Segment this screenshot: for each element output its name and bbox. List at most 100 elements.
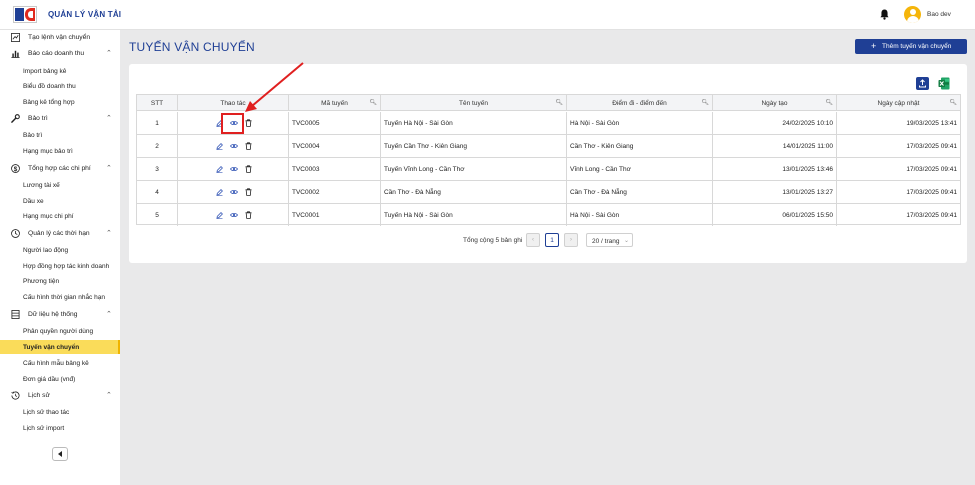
user-avatar[interactable] (904, 6, 921, 23)
sidebar-item-nguoi-lao-dong[interactable]: Người lao động (0, 243, 120, 257)
trash-icon[interactable] (245, 165, 252, 173)
sidebar-group-label: Báo cáo doanh thu (28, 50, 85, 57)
pagination-total: Tổng cộng 5 bản ghi (463, 237, 523, 244)
edit-icon[interactable] (216, 165, 223, 173)
search-icon[interactable]: 🔍︎ (701, 99, 709, 106)
trash-icon[interactable] (245, 119, 252, 127)
table-cell-code: TVC0001 (289, 204, 381, 226)
table-row[interactable]: 2 TVC0004 Tuyến Cần Thơ - Kiên Giang Cần Th… (137, 135, 960, 158)
cell-text: 3 (155, 166, 159, 173)
trash-icon[interactable] (245, 188, 252, 196)
bell-icon[interactable] (880, 9, 889, 20)
cell-text: 4 (155, 189, 159, 196)
user-name[interactable]: Bao dev (927, 11, 951, 18)
table-row[interactable]: 4 TVC0002 Cần Thơ - Đà Nẵng Cần Thơ - Đà Nẵ… (137, 181, 960, 204)
column-header-stt: STT (137, 95, 178, 111)
add-route-button[interactable]: + Thêm tuyến vận chuyển (855, 39, 967, 54)
trash-icon[interactable] (245, 211, 252, 219)
pagination-page-1[interactable]: 1 (545, 233, 559, 247)
cell-text: Cần Thơ - Đà Nẵng (570, 189, 627, 196)
table-cell-updated: 17/03/2025 09:41 (837, 158, 960, 180)
column-header-label: Ngày cập nhật (877, 100, 920, 107)
excel-export-button[interactable] (938, 77, 950, 90)
sidebar-item-bang-ke-tong-hop[interactable]: Bảng kê tổng hợp (0, 95, 120, 109)
app-logo[interactable] (13, 6, 37, 23)
export-upload-button[interactable] (916, 77, 929, 90)
sidebar-item-phan-quyen-nguoi-dung[interactable]: Phân quyền người dùng (0, 324, 120, 338)
table-cell-actions (178, 204, 289, 226)
sidebar-item-bao-tri[interactable]: Bảo trì (0, 128, 120, 142)
sidebar-item-bieu-do-doanh-thu[interactable]: Biểu đồ doanh thu (0, 79, 120, 93)
sidebar-group-tong-hop-chi-phi[interactable]: $ Tổng hợp các chi phí ⌃ (0, 161, 120, 176)
cell-text: 5 (155, 212, 159, 219)
sidebar-item-label: Cấu hình thời gian nhắc hạn (23, 294, 105, 301)
chevron-up-icon: ⌃ (106, 392, 112, 399)
sidebar-group-quan-ly-thoi-han[interactable]: Quản lý các thời hạn ⌃ (0, 226, 120, 241)
table-cell-route: Cần Thơ - Đà Nẵng (567, 181, 713, 203)
cell-text: 06/01/2025 15:50 (782, 212, 833, 219)
sidebar-item-label: Dầu xe (23, 198, 44, 205)
table-cell-route: Vĩnh Long - Cần Thơ (567, 158, 713, 180)
table-row[interactable]: 3 TVC0003 Tuyến Vĩnh Long - Cần Thơ Vĩnh Lo… (137, 158, 960, 181)
cell-text: 13/01/2025 13:27 (782, 189, 833, 196)
sidebar-item-import-bang-ke[interactable]: Import bảng kê (0, 64, 120, 78)
chart-line-icon (11, 33, 20, 42)
table-cell-stt: 4 (137, 181, 178, 203)
sidebar-group-bao-tri[interactable]: Bảo trì ⌃ (0, 111, 120, 126)
cell-text: 17/03/2025 09:41 (906, 212, 957, 219)
sidebar-item-don-gia-dau[interactable]: Đơn giá dầu (vnđ) (0, 372, 120, 386)
sidebar-item-luong-tai-xe[interactable]: Lương tài xế (0, 178, 120, 192)
table-cell-created: 14/01/2025 11:00 (713, 135, 837, 157)
cell-text: Vĩnh Long - Cần Thơ (570, 166, 631, 173)
sidebar-item-tao-lenh-van-chuyen[interactable]: Tạo lệnh vận chuyển (0, 30, 120, 45)
search-icon[interactable]: 🔍︎ (949, 99, 957, 106)
sidebar-item-label: Bảng kê tổng hợp (23, 99, 75, 106)
search-icon[interactable]: 🔍︎ (825, 99, 833, 106)
table-cell-code: TVC0002 (289, 181, 381, 203)
search-icon[interactable]: 🔍︎ (369, 99, 377, 106)
table-cell-name: Tuyến Hà Nội - Sài Gòn (381, 112, 567, 134)
edit-icon[interactable] (216, 142, 223, 150)
sidebar-item-hang-muc-bao-tri[interactable]: Hạng mục bảo trì (0, 144, 120, 158)
annotation-arrow (245, 62, 304, 112)
table-cell-updated: 17/03/2025 09:41 (837, 181, 960, 203)
sidebar-group-lich-su[interactable]: Lịch sử ⌃ (0, 388, 120, 403)
sidebar-item-hang-muc-chi-phi[interactable]: Hạng mục chi phí (0, 209, 120, 223)
sidebar-item-dau-xe[interactable]: Dầu xe (0, 194, 120, 208)
sidebar-item-lich-su-thao-tac[interactable]: Lịch sử thao tác (0, 405, 120, 419)
column-header-ngay-cap-nhat: Ngày cập nhật 🔍︎ (837, 95, 960, 111)
page-size-select[interactable]: 20 / trang ⌄ (586, 233, 633, 247)
sidebar-group-label: Quản lý các thời hạn (28, 230, 90, 237)
excel-icon (938, 77, 950, 90)
sidebar-item-lich-su-import[interactable]: Lịch sử import (0, 421, 120, 435)
eye-icon[interactable] (230, 165, 238, 173)
sidebar-group-bao-cao-doanh-thu[interactable]: Báo cáo doanh thu ⌃ (0, 46, 120, 61)
eye-icon[interactable] (230, 211, 238, 219)
eye-icon[interactable] (230, 188, 238, 196)
sidebar-item-phuong-tien[interactable]: Phương tiện (0, 274, 120, 288)
eye-icon[interactable] (230, 142, 238, 150)
sidebar-group-du-lieu-he-thong[interactable]: Dữ liệu hệ thống ⌃ (0, 307, 120, 322)
cell-text: TVC0003 (292, 166, 320, 173)
chevron-down-icon: ⌄ (624, 238, 630, 244)
sidebar-item-cau-hinh-nhac-han[interactable]: Cấu hình thời gian nhắc hạn (0, 290, 120, 304)
chevron-right-icon: › (570, 237, 572, 243)
search-icon[interactable]: 🔍︎ (555, 99, 563, 106)
cell-text: 19/03/2025 13:41 (906, 120, 957, 127)
edit-icon[interactable] (216, 188, 223, 196)
table-cell-route: Hà Nội - Sài Gòn (567, 112, 713, 134)
cell-text: TVC0005 (292, 120, 320, 127)
table-row[interactable]: 5 TVC0001 Tuyến Hà Nội - Sài Gòn Hà Nội - S… (137, 204, 960, 227)
trash-icon[interactable] (245, 142, 252, 150)
edit-icon[interactable] (216, 211, 223, 219)
cell-text: 17/03/2025 09:41 (906, 189, 957, 196)
caret-left-icon (58, 451, 62, 457)
table-cell-route: Cần Thơ - Kiên Giang (567, 135, 713, 157)
pagination-prev-button[interactable]: ‹ (526, 233, 540, 247)
pagination-next-button[interactable]: › (564, 233, 578, 247)
sidebar-item-label: Lịch sử thao tác (23, 409, 70, 416)
sidebar-collapse-button[interactable] (52, 447, 68, 461)
sidebar-item-tuyen-van-chuyen[interactable]: Tuyến vận chuyển (0, 340, 120, 354)
sidebar-item-hop-dong-hop-tac[interactable]: Hợp đồng hợp tác kinh doanh (0, 259, 120, 273)
sidebar-item-cau-hinh-mau-bang-ke[interactable]: Cấu hình mẫu bảng kê (0, 356, 120, 370)
